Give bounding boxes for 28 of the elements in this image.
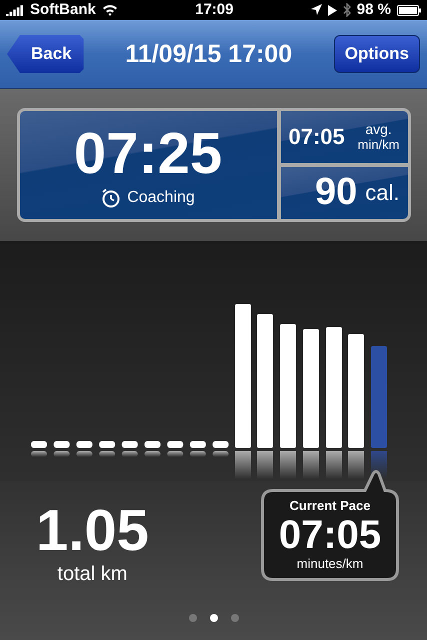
- options-button[interactable]: Options: [334, 35, 420, 73]
- bluetooth-icon: [342, 3, 351, 17]
- nav-title: 11/09/15 17:00: [125, 40, 292, 68]
- wifi-icon: [102, 4, 118, 16]
- back-button[interactable]: Back: [7, 35, 84, 73]
- distance-value: 1.05: [36, 499, 149, 563]
- play-icon: [328, 4, 337, 16]
- battery-icon: [396, 4, 421, 16]
- calories-unit: cal.: [365, 180, 400, 206]
- current-pace-title: Current Pace: [290, 498, 370, 513]
- coaching-label: Coaching: [127, 189, 195, 207]
- calories-value: 90: [314, 172, 358, 214]
- location-arrow-icon: [310, 4, 322, 16]
- page-dot[interactable]: [210, 614, 218, 622]
- avg-label: avg.: [365, 122, 392, 138]
- carrier-name: SoftBank: [30, 2, 96, 18]
- avg-pace-value: 07:05: [288, 124, 345, 150]
- page-dot[interactable]: [188, 614, 196, 622]
- current-pace-unit: minutes/km: [296, 557, 364, 572]
- clock-time: 17:09: [195, 2, 234, 18]
- stopwatch-icon: [101, 188, 122, 208]
- pace-unit-label: min/km: [358, 138, 400, 152]
- distance-unit: total km: [57, 562, 128, 585]
- current-pace-value: 07:05: [278, 513, 382, 557]
- signal-icon: [6, 4, 24, 16]
- duration-value: 07:25: [74, 122, 222, 186]
- page-dot[interactable]: [230, 614, 238, 622]
- battery-percent: 98 %: [356, 2, 391, 18]
